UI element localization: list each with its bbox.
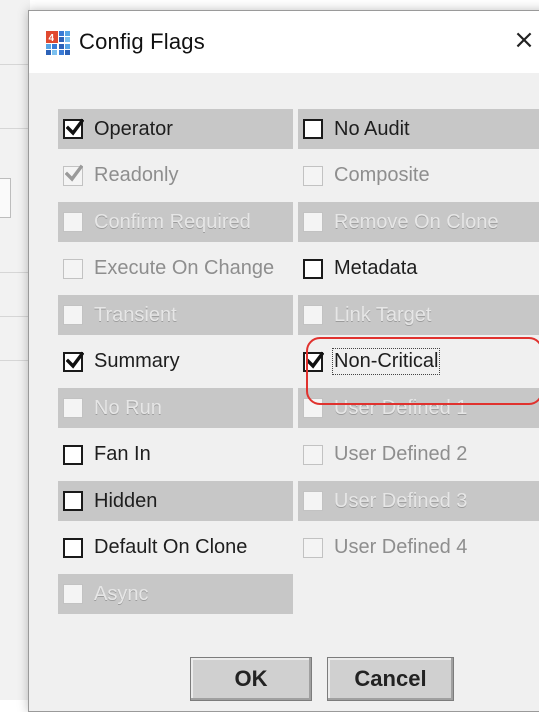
background-divider [0,64,30,65]
app-grid-icon: 4 [46,31,71,56]
flag-label: Link Target [334,303,432,326]
flag-checkbox[interactable] [63,118,84,139]
checkmark-icon [66,118,84,136]
flag-label: Hidden [94,489,158,512]
flag-checkbox [303,491,323,511]
flag-checkbox [303,444,323,465]
background-divider [0,360,30,361]
flag-label: Readonly [94,164,179,186]
background-divider [0,128,30,129]
dialog-titlebar: 4 Config Flags × [29,11,539,73]
flag-user-defined-2: User Defined 2 [298,435,539,475]
flag-checkbox[interactable] [63,537,83,558]
flag-async: Async [58,574,293,614]
flag-checkbox[interactable] [303,119,323,139]
flag-confirm-required: Confirm Required [58,202,293,242]
flag-label: Remove On Clone [334,210,499,233]
flag-label: No Audit [334,117,410,140]
flag-remove-on-clone: Remove On Clone [298,202,539,242]
flag-label: Composite [334,164,430,186]
flag-checkbox [303,537,323,558]
flag-checkbox[interactable] [63,351,84,372]
background-divider [0,316,30,317]
flag-checkbox [303,165,323,186]
flag-label: Summary [94,350,180,372]
flag-label: Operator [94,117,173,140]
flag-readonly: Readonly [58,156,293,196]
checkmark-icon [66,351,84,369]
flag-checkbox[interactable] [63,491,83,511]
flag-transient: Transient [58,295,293,335]
flag-checkbox [63,398,83,418]
flag-label: No Run [94,396,162,419]
flag-user-defined-3: User Defined 3 [298,481,539,521]
flag-no-audit[interactable]: No Audit [298,109,539,149]
flag-label: Async [94,582,149,605]
flag-label: User Defined 4 [334,536,468,558]
flag-label: Default On Clone [94,536,248,558]
flag-summary[interactable]: Summary [58,342,293,382]
cancel-button[interactable]: Cancel [327,657,454,701]
flag-label: Transient [94,303,177,326]
annotation-highlight [306,337,539,405]
ok-button[interactable]: OK [190,657,312,701]
flag-label: Metadata [334,257,418,279]
background-app-panel [0,0,30,700]
close-icon[interactable]: × [507,23,539,57]
flag-checkbox [63,212,83,232]
config-flags-dialog: 4 Config Flags × Operator No Audit Readonl… [28,10,539,712]
flag-checkbox [63,584,83,604]
dialog-title: Config Flags [79,29,205,54]
flag-checkbox [303,212,323,232]
flag-operator[interactable]: Operator [58,109,293,149]
flag-checkbox [303,305,323,325]
flag-checkbox [63,305,83,325]
flag-label: Confirm Required [94,210,251,233]
flag-label: User Defined 2 [334,443,468,465]
flag-composite: Composite [298,156,539,196]
flag-label: Execute On Change [94,257,275,279]
flag-user-defined-4: User Defined 4 [298,528,539,568]
flag-default-on-clone[interactable]: Default On Clone [58,528,293,568]
flag-checkbox[interactable] [63,444,83,465]
svg-text:4: 4 [49,33,55,44]
flag-checkbox[interactable] [303,258,323,279]
flag-label: User Defined 3 [334,489,468,512]
flag-label: Fan In [94,443,151,465]
flag-checkbox [63,164,83,186]
flag-no-run: No Run [58,388,293,428]
flag-hidden[interactable]: Hidden [58,481,293,521]
background-divider [0,272,30,273]
flag-link-target: Link Target [298,295,539,335]
flag-checkbox [63,258,83,279]
flag-metadata[interactable]: Metadata [298,249,539,289]
background-field [0,178,11,218]
flag-execute-on-change: Execute On Change [58,249,293,289]
checkmark-icon [65,164,83,182]
flag-fan-in[interactable]: Fan In [58,435,293,475]
